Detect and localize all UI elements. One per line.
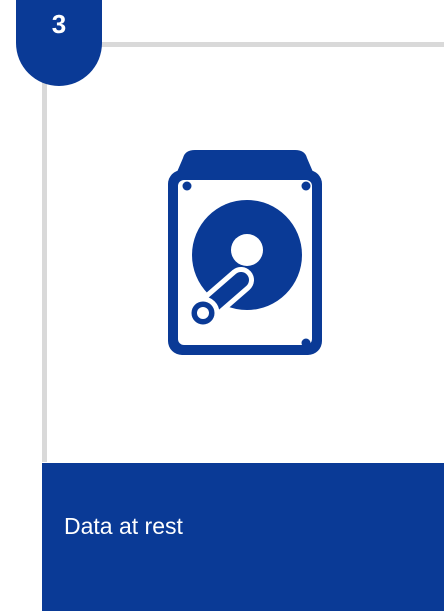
label-panel: Data at rest [42,463,444,611]
step-number: 3 [51,9,67,39]
step-card: 3 Data at rest [0,0,444,611]
card-label: Data at rest [64,513,183,539]
step-badge: 3 [16,0,102,86]
hard-drive-icon [165,150,325,360]
